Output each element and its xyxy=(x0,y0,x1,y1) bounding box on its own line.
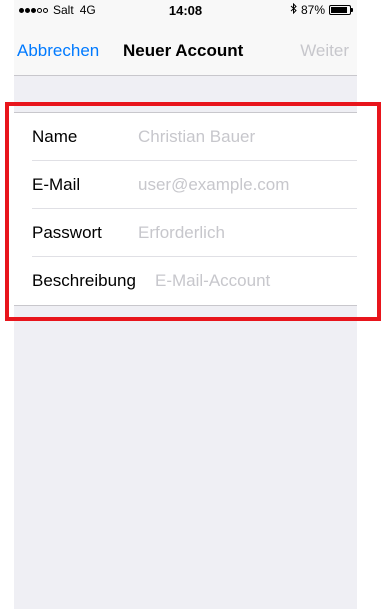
page-title: Neuer Account xyxy=(123,41,244,60)
name-field[interactable] xyxy=(138,124,347,150)
description-label: Beschreibung xyxy=(32,271,136,290)
navigation-bar: Abbrechen Neuer Account Weiter xyxy=(14,20,357,76)
form-row-password: Passwort xyxy=(14,209,357,257)
name-label: Name xyxy=(32,127,78,146)
next-button[interactable]: Weiter xyxy=(300,41,349,61)
form-row-name: Name xyxy=(14,113,357,161)
form-row-description: Beschreibung xyxy=(14,257,357,305)
status-right: 87% xyxy=(290,2,353,17)
battery-percent: 87% xyxy=(300,3,325,17)
cancel-button[interactable]: Abbrechen xyxy=(17,41,99,61)
bluetooth-icon xyxy=(290,2,297,17)
description-field[interactable] xyxy=(155,268,347,294)
phone-screen: Salt 4G 14:08 87% Abbrechen Neuer Accoun… xyxy=(14,0,357,609)
email-label: E-Mail xyxy=(32,175,81,194)
password-field[interactable] xyxy=(138,220,347,246)
battery-icon xyxy=(329,5,353,15)
password-label: Passwort xyxy=(32,223,102,242)
account-form: Name E-Mail Passwort Beschreibung xyxy=(14,112,357,306)
form-row-email: E-Mail xyxy=(14,161,357,209)
email-field[interactable] xyxy=(138,172,347,198)
battery-fill xyxy=(331,7,347,13)
status-bar: Salt 4G 14:08 87% xyxy=(14,0,357,20)
